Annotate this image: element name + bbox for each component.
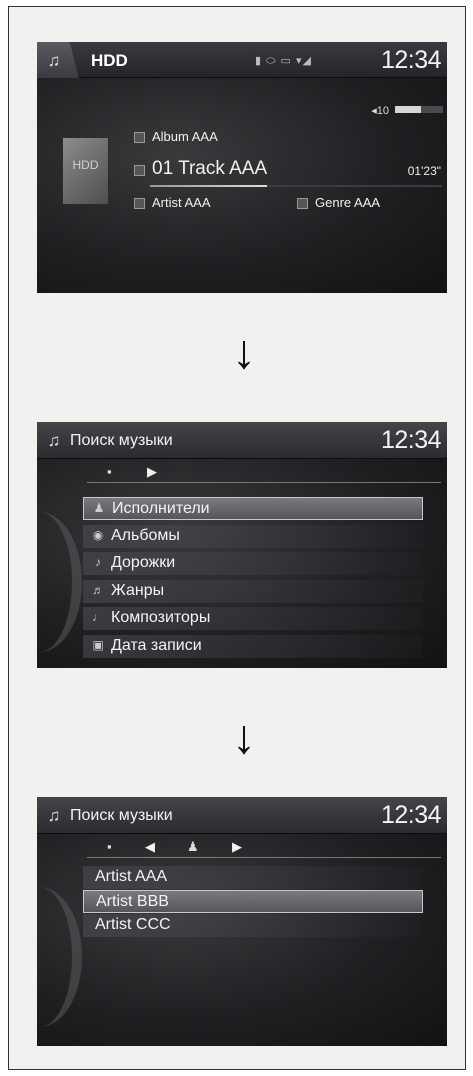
list-item-label: Дата записи (111, 636, 202, 654)
music-note-icon: ♫ (47, 431, 61, 450)
genre-text: Genre AAA (315, 195, 381, 210)
hdd-icon: HDD (62, 137, 109, 205)
track-time: 01'23" (407, 164, 441, 178)
list-item-icon: ♩ (92, 610, 104, 624)
list-item[interactable]: ♩ Композиторы (83, 607, 423, 630)
artist-icon: ♟ (187, 839, 199, 854)
music-note-icon: ♫ (47, 51, 61, 70)
forward-arrow-icon[interactable]: ▶ (147, 464, 157, 480)
artist-icon (134, 198, 145, 209)
header-bar: ♫ HDD ▮ ⬭ ▭ ▾◢ 12:34 (37, 42, 447, 78)
list-item-icon: ♪ (95, 555, 101, 569)
list-item[interactable]: ♪ Дорожки (83, 552, 423, 575)
screen-title: Поиск музыки (70, 807, 173, 824)
list-item-icon: ♬ (92, 582, 104, 597)
music-note-icon: ♫ (47, 806, 61, 825)
list-item-label: Дорожки (111, 554, 176, 571)
source-label: HDD (91, 51, 128, 70)
clock: 12:34 (380, 46, 442, 74)
clock: 12:34 (380, 801, 442, 829)
list-item-icon: ♟ (93, 501, 105, 515)
volume-fill (395, 106, 422, 113)
decorative-arc (37, 512, 82, 652)
screen-title: Поиск музыки (70, 432, 173, 449)
track-text: 01 Track AAA (152, 158, 268, 179)
list-item-label: Artist AAA (95, 868, 168, 885)
down-arrow-icon: ↓ (232, 326, 256, 379)
list-item[interactable]: Artist BBB (83, 890, 423, 913)
clock: 12:34 (380, 426, 442, 454)
artist-list-screen: ♫ Поиск музыки 12:34 ▪ ◀ ♟ ▶ Artist AAA A… (37, 797, 447, 1046)
list-item-icon: ▣ (92, 637, 104, 652)
back-arrow-icon[interactable]: ◀ (145, 839, 155, 855)
list-item-label: Альбомы (111, 526, 180, 544)
now-playing-screen: ♫ HDD ▮ ⬭ ▭ ▾◢ 12:34 ◂10 HDD Album AAA 0… (37, 42, 447, 293)
breadcrumb: ▪ ◀ ♟ ▶ (37, 834, 447, 862)
genre-icon (297, 198, 308, 209)
track-progress-fill (150, 185, 267, 187)
album-icon (134, 132, 145, 143)
music-search-screen: ♫ Поиск музыки 12:34 ▪ ▶ ♟ Исполнители ◉ Ал… (37, 422, 447, 668)
list-item-icon: ◉ (92, 527, 104, 542)
decorative-arc (37, 887, 82, 1027)
list-item-label: Artist CCC (95, 916, 171, 933)
breadcrumb: ▪ ▶ (37, 459, 447, 487)
track-progress-bar (150, 185, 442, 187)
list-item-label: Artist BBB (96, 893, 169, 910)
hdd-small-icon: ▪ (107, 464, 112, 479)
album-text: Album AAA (152, 129, 218, 144)
hdd-icon-label: HDD (72, 158, 99, 172)
list-item-label: Композиторы (111, 609, 211, 626)
forward-arrow-icon[interactable]: ▶ (232, 839, 242, 855)
hdd-small-icon: ▪ (107, 839, 112, 854)
volume-label: ◂10 (371, 105, 389, 117)
divider (87, 482, 441, 483)
divider (87, 857, 441, 858)
header-bar: ♫ Поиск музыки 12:34 (37, 422, 447, 459)
status-icons: ▮ ⬭ ▭ ▾◢ (255, 55, 312, 67)
header-bar: ♫ Поиск музыки 12:34 (37, 797, 447, 834)
list-item[interactable]: ◉ Альбомы (83, 524, 423, 548)
list-item[interactable]: ♬ Жанры (83, 579, 423, 603)
list-item[interactable]: Artist AAA (83, 866, 423, 889)
list-item-label: Жанры (111, 581, 165, 599)
list-item[interactable]: ♟ Исполнители (83, 497, 423, 520)
down-arrow-icon: ↓ (232, 711, 256, 764)
list-item[interactable]: Artist CCC (83, 914, 423, 937)
list-item-label: Исполнители (112, 500, 210, 517)
list-item[interactable]: ▣ Дата записи (83, 634, 423, 658)
artist-text: Artist AAA (152, 195, 211, 210)
track-icon (134, 165, 145, 176)
volume-bar (395, 106, 443, 113)
